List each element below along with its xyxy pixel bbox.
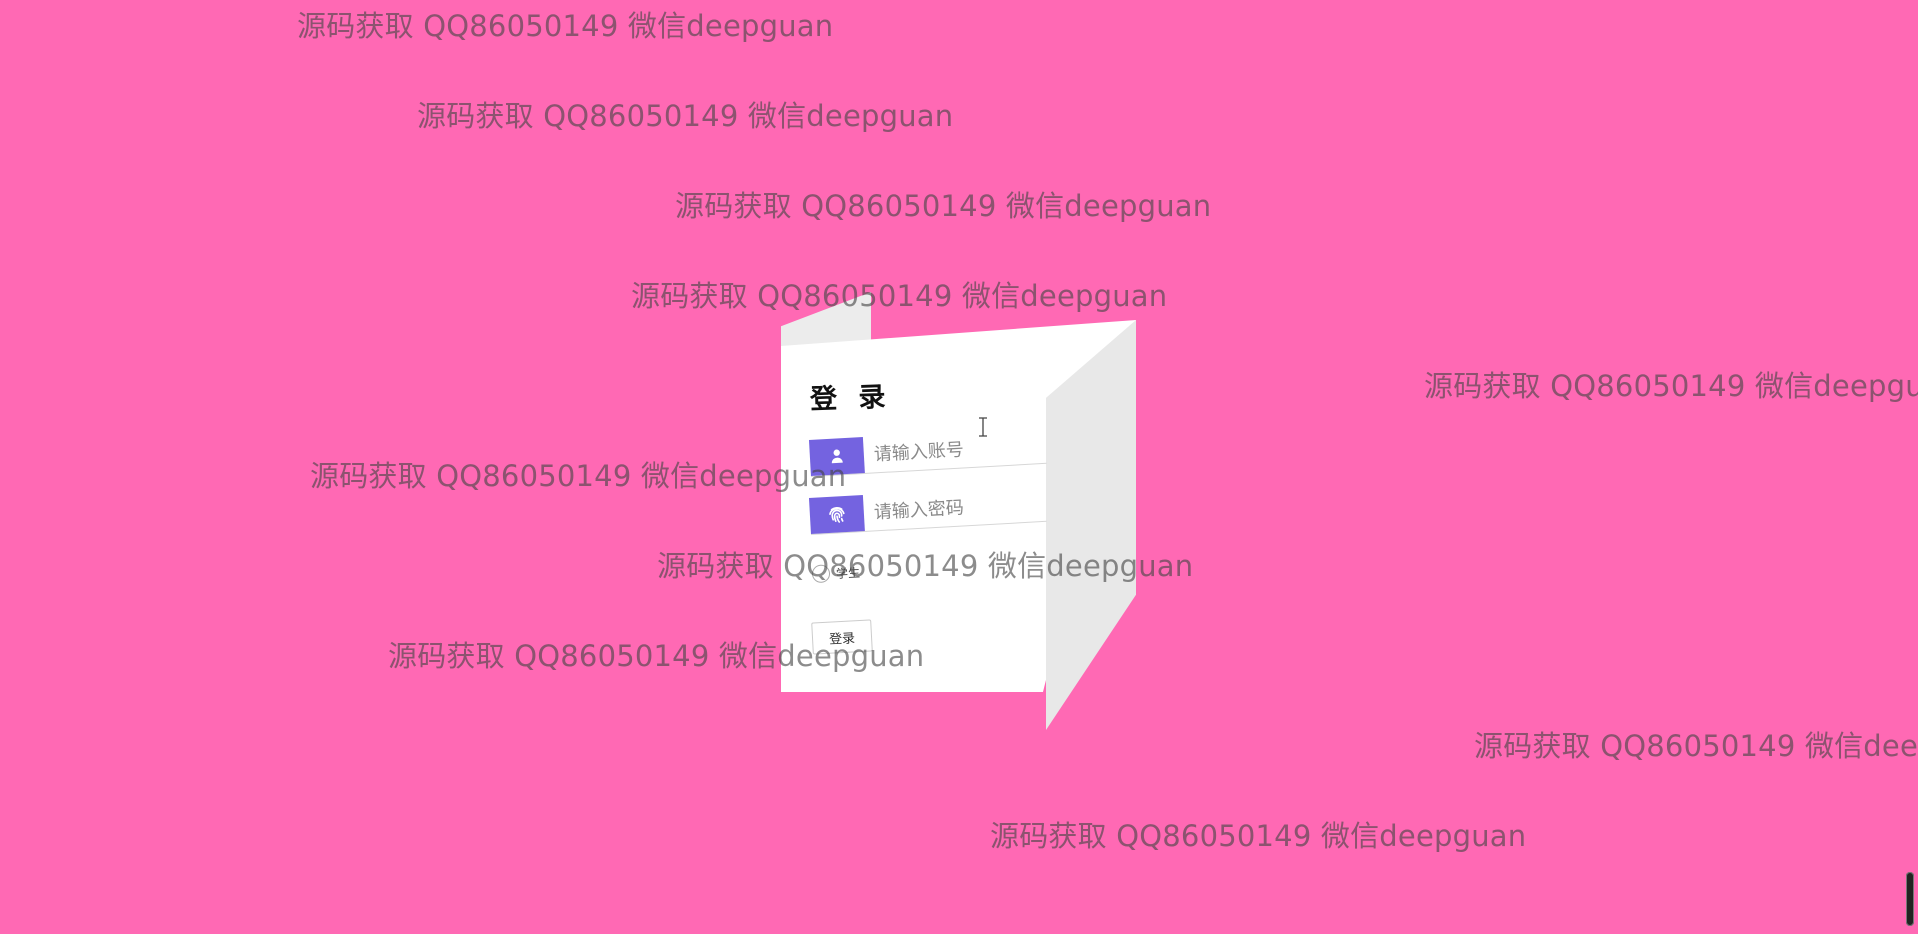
student-role-option[interactable]: 学生 [811,563,861,584]
watermark-text-5: 源码获取 QQ86050149 微信deepguan [1424,369,1918,403]
watermark-text-4: 源码获取 QQ86050149 微信deepguan [631,279,1168,313]
text-cursor-icon [979,417,987,437]
login-title: 登 录 [809,381,893,416]
user-icon [808,437,865,476]
watermark-text-6: 源码获取 QQ86050149 微信deepguan [310,459,847,493]
watermark-text-3: 源码获取 QQ86050149 微信deepguan [675,189,1212,223]
login-button[interactable]: 登录 [811,619,873,655]
watermark-text-1: 源码获取 QQ86050149 微信deepguan [297,9,834,43]
scrollbar-thumb[interactable] [1906,872,1914,926]
login-form: 登 录 学生 [781,320,1110,700]
password-field [808,481,1110,535]
watermark-text-9: 源码获取 QQ86050149 微信deepguan [1474,729,1918,763]
student-radio[interactable] [811,564,831,584]
page-scrollbar[interactable] [1902,0,1918,934]
fingerprint-icon [808,495,865,534]
account-field [808,423,1110,477]
watermark-text-2: 源码获取 QQ86050149 微信deepguan [417,99,954,133]
watermark-text-10: 源码获取 QQ86050149 微信deepguan [990,819,1527,853]
student-role-label: 学生 [835,565,861,581]
